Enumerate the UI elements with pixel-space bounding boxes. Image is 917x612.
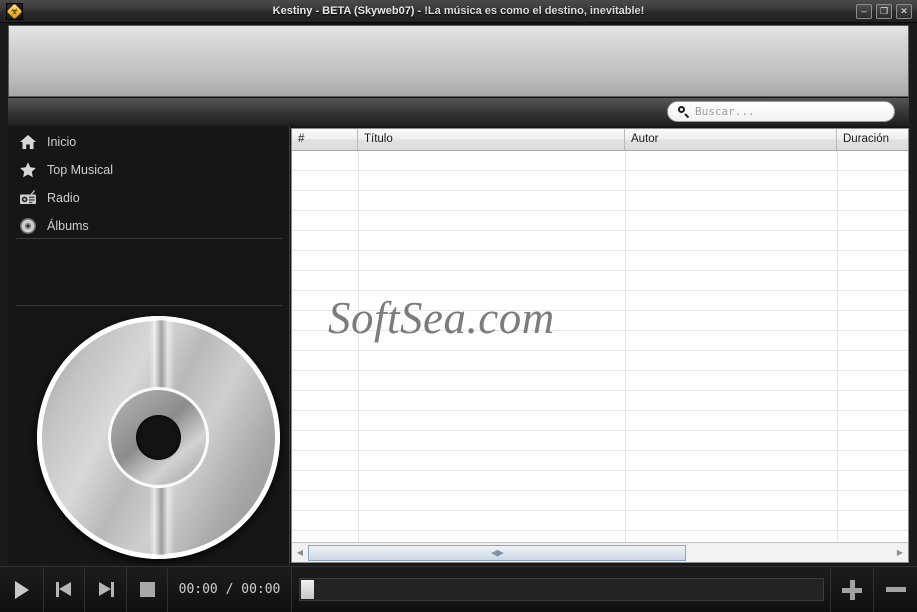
track-table-panel: # Título Autor Duración SoftSea.com ◀ ◀▶… [291,128,909,563]
row-divider [292,530,908,531]
search-box[interactable] [667,101,895,122]
star-icon [18,160,38,180]
scroll-left-arrow[interactable]: ◀ [292,544,308,562]
window-controls: – ❐ ✕ [856,4,912,19]
maximize-button[interactable]: ❐ [876,4,892,19]
minimize-button[interactable]: – [856,4,872,19]
window-frame-right [909,23,917,566]
previous-button[interactable] [44,567,85,612]
row-divider [292,290,908,291]
sidebar-item-label: Top Musical [47,163,113,177]
compact-disc-icon [36,315,280,559]
banner-area [8,25,909,97]
sidebar: Inicio Top Musical Radio Álbums [8,126,290,564]
window-frame-left [0,23,8,566]
search-icon [677,105,690,118]
window-title-subtitle: - !La música es como el destino, inevita… [417,5,645,17]
row-divider [292,270,908,271]
row-divider [292,430,908,431]
table-header-row: # Título Autor Duración [292,129,908,151]
sidebar-item-label: Álbums [47,219,89,233]
row-divider [292,250,908,251]
sidebar-item-radio[interactable]: Radio [8,184,290,212]
row-divider [292,510,908,511]
next-icon [98,582,114,597]
row-divider [292,170,908,171]
row-divider [292,450,908,451]
plus-icon [842,579,862,600]
sidebar-divider-top [16,238,282,239]
close-button[interactable]: ✕ [896,4,912,19]
application-window: ☣ Kestiny - BETA (Skyweb07) - !La música… [0,0,917,612]
sidebar-item-top-musical[interactable]: Top Musical [8,156,290,184]
row-divider [292,350,908,351]
add-button[interactable] [830,567,874,612]
next-button[interactable] [85,567,127,612]
stop-icon [139,582,155,597]
row-divider [292,490,908,491]
sidebar-item-label: Inicio [47,135,77,149]
stop-button[interactable] [127,567,168,612]
home-icon [18,132,38,152]
column-header-duracion[interactable]: Duración [837,129,908,150]
horizontal-scrollbar[interactable]: ◀ ◀▶ ▶ [292,542,908,562]
row-divider [292,210,908,211]
column-header-autor[interactable]: Autor [625,129,837,150]
sidebar-nav-list: Inicio Top Musical Radio Álbums [8,128,290,240]
scrollbar-thumb[interactable]: ◀▶ [308,544,686,561]
album-art-area [28,312,288,562]
column-header-number[interactable]: # [292,129,358,150]
seek-slider-thumb[interactable] [301,580,314,599]
seek-slider[interactable] [299,578,824,601]
sidebar-item-albums[interactable]: Álbums [8,212,290,240]
remove-button[interactable] [874,567,917,612]
column-header-titulo[interactable]: Título [358,129,625,150]
title-bar: ☣ Kestiny - BETA (Skyweb07) - !La música… [0,0,917,23]
sidebar-item-inicio[interactable]: Inicio [8,128,290,156]
search-input[interactable] [695,105,885,118]
window-title: Kestiny - BETA (Skyweb07) - !La música e… [0,0,917,23]
scroll-right-arrow[interactable]: ▶ [892,544,908,562]
scrollbar-track[interactable]: ◀▶ [308,544,892,562]
time-display: 00:00 / 00:00 [168,567,292,612]
play-icon [14,580,29,599]
row-divider [292,410,908,411]
cd-icon [18,216,38,236]
scrollbar-grip: ◀▶ [491,547,504,557]
row-divider [292,230,908,231]
radio-icon [18,188,38,208]
row-divider [292,470,908,471]
softsea-watermark: SoftSea.com [328,293,555,343]
row-divider [292,390,908,391]
sidebar-item-label: Radio [47,191,80,205]
window-title-main: Kestiny - BETA (Skyweb07) [272,5,415,17]
play-button[interactable] [0,567,44,612]
player-bar: 00:00 / 00:00 [0,566,917,612]
minus-icon [885,587,906,592]
table-body[interactable]: SoftSea.com [292,151,908,542]
previous-icon [56,582,72,597]
row-divider [292,190,908,191]
sidebar-divider-bottom [16,305,282,306]
row-divider [292,370,908,371]
